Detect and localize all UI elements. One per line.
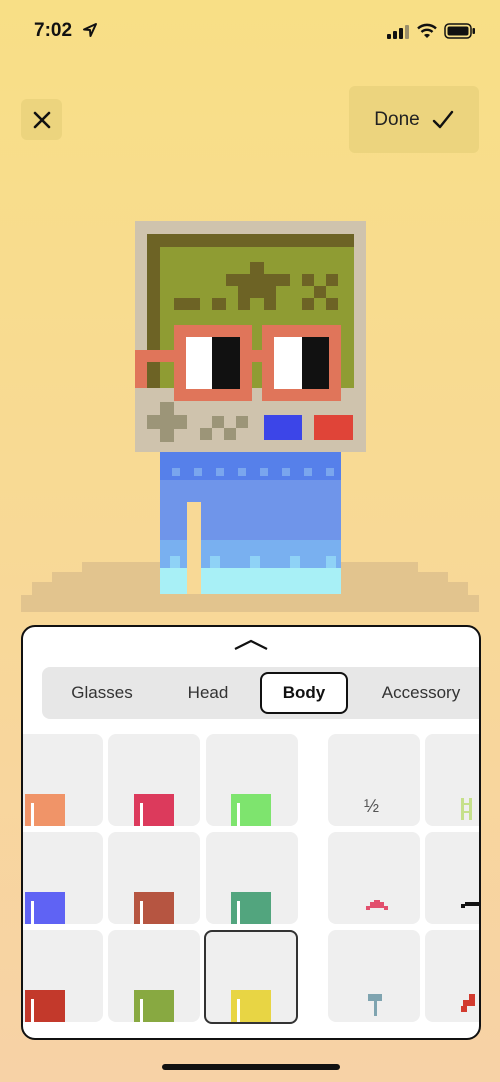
battery-icon: [444, 23, 475, 39]
color-swatch: [25, 794, 65, 826]
accessory-tile[interactable]: ½: [328, 734, 420, 826]
color-swatch: [25, 990, 65, 1022]
customization-panel: Glasses Head Body Accessory ½: [21, 625, 481, 1040]
color-swatch: [134, 794, 174, 826]
checkmark-icon: [432, 110, 453, 128]
body-color-tile[interactable]: [23, 734, 103, 826]
wifi-icon: [417, 23, 437, 38]
location-arrow-icon: [83, 23, 97, 37]
body-color-tile[interactable]: [108, 832, 200, 924]
flag-icon: [368, 994, 382, 1016]
tab-body[interactable]: Body: [260, 672, 348, 714]
close-icon: [33, 111, 50, 128]
cellular-signal-icon: [387, 25, 409, 39]
body-color-tile[interactable]: [108, 930, 200, 1022]
done-button[interactable]: Done: [349, 86, 479, 153]
color-swatch: [25, 892, 65, 924]
color-swatch: [134, 892, 174, 924]
body-color-tile-selected[interactable]: [204, 930, 298, 1024]
body-color-tile[interactable]: [23, 930, 103, 1022]
accessory-tile[interactable]: [425, 734, 479, 826]
color-swatch: [134, 990, 174, 1022]
avatar-body: [160, 452, 341, 594]
tab-accessory[interactable]: Accessory: [358, 667, 479, 719]
done-label: Done: [374, 108, 420, 130]
color-swatch: [231, 794, 271, 826]
body-color-tile[interactable]: [108, 734, 200, 826]
avatar-preview: [21, 221, 479, 612]
color-swatch: [231, 990, 271, 1022]
status-bar: 7:02: [0, 0, 500, 64]
tab-head[interactable]: Head: [158, 667, 258, 719]
mustache-icon: [461, 902, 479, 908]
crab-icon: [366, 900, 388, 910]
body-color-tile[interactable]: [23, 832, 103, 924]
body-color-tile[interactable]: [206, 832, 298, 924]
ladder-icon: [461, 798, 472, 820]
accessory-tile[interactable]: [328, 832, 420, 924]
color-swatch: [231, 892, 271, 924]
status-time: 7:02: [34, 20, 73, 41]
accessory-tile[interactable]: [328, 930, 420, 1022]
home-indicator[interactable]: [162, 1064, 340, 1070]
body-color-tile[interactable]: [206, 734, 298, 826]
accessory-tile[interactable]: [425, 832, 479, 924]
category-tabs: Glasses Head Body Accessory: [42, 667, 479, 719]
fraction-icon: ½: [364, 796, 380, 816]
close-button[interactable]: [21, 99, 62, 140]
chevron-up-icon[interactable]: [231, 635, 271, 655]
accessory-tile[interactable]: [425, 930, 479, 1022]
red-pixel-icon: [461, 994, 475, 1012]
tab-glasses[interactable]: Glasses: [46, 667, 158, 719]
